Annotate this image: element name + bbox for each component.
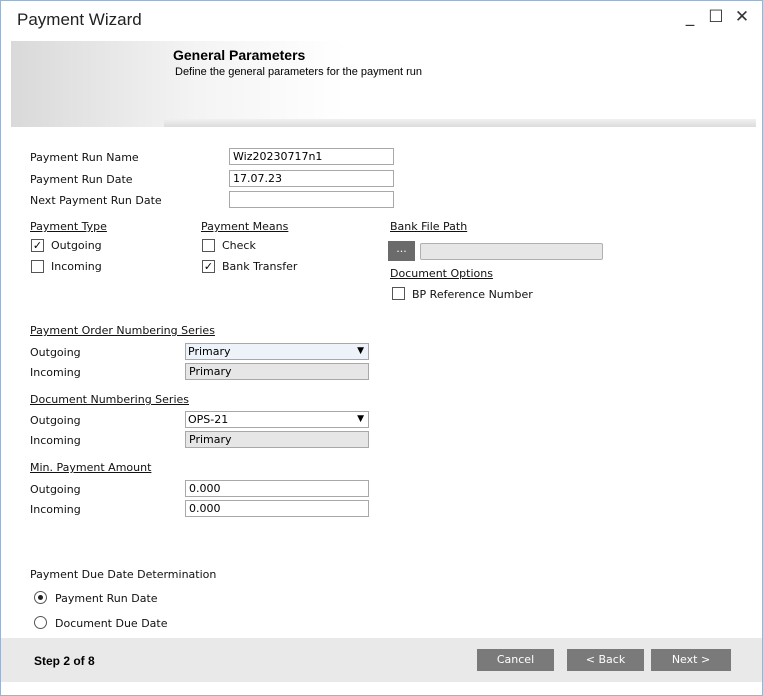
check-checkbox[interactable]	[202, 239, 215, 252]
run-date-label: Payment Run Date	[30, 173, 133, 186]
doc-outgoing-dropdown[interactable]: OPS-21 ▼	[185, 411, 369, 428]
order-incoming-label: Incoming	[30, 366, 81, 379]
document-due-date-label: Document Due Date	[55, 617, 168, 630]
wizard-footer	[1, 638, 762, 682]
document-options-heading: Document Options	[390, 267, 493, 280]
order-outgoing-dropdown[interactable]: Primary ▼	[185, 343, 369, 360]
cancel-button[interactable]: Cancel	[477, 649, 554, 671]
min-outgoing-input[interactable]: 0.000	[185, 480, 369, 497]
min-incoming-input[interactable]: 0.000	[185, 500, 369, 517]
step-indicator: Step 2 of 8	[34, 654, 95, 668]
order-outgoing-label: Outgoing	[30, 346, 81, 359]
incoming-label: Incoming	[51, 260, 102, 273]
next-run-date-label: Next Payment Run Date	[30, 194, 162, 207]
maximize-icon[interactable]: ☐	[707, 7, 725, 27]
bank-file-path-heading: Bank File Path	[390, 220, 468, 233]
incoming-checkbox[interactable]	[31, 260, 44, 273]
min-outgoing-label: Outgoing	[30, 483, 81, 496]
dropdown-arrow-icon: ▼	[357, 346, 364, 356]
dropdown-arrow-icon: ▼	[357, 414, 364, 424]
run-name-label: Payment Run Name	[30, 151, 139, 164]
radio-selected-dot	[38, 595, 43, 600]
minimize-icon[interactable]: _	[681, 7, 699, 27]
back-button[interactable]: < Back	[567, 649, 644, 671]
page-title: General Parameters	[173, 47, 306, 63]
outgoing-label: Outgoing	[51, 239, 102, 252]
doc-outgoing-value: OPS-21	[188, 413, 229, 426]
check-label: Check	[222, 239, 256, 252]
order-series-heading: Payment Order Numbering Series	[30, 324, 215, 337]
doc-incoming-label: Incoming	[30, 434, 81, 447]
run-date-input[interactable]: 17.07.23	[229, 170, 394, 187]
order-incoming-field: Primary	[185, 363, 369, 380]
payment-wizard-window: Payment Wizard _ ☐ ✕ General Parameters …	[0, 0, 763, 696]
next-button[interactable]: Next >	[651, 649, 731, 671]
bank-transfer-checkbox[interactable]: ✓	[202, 260, 215, 273]
bank-transfer-label: Bank Transfer	[222, 260, 298, 273]
wizard-header	[11, 41, 756, 127]
payment-run-date-radio[interactable]	[34, 591, 47, 604]
checkmark-icon: ✓	[32, 239, 43, 252]
window-title: Payment Wizard	[17, 10, 142, 29]
doc-incoming-field: Primary	[185, 431, 369, 448]
min-amount-heading: Min. Payment Amount	[30, 461, 152, 474]
next-run-date-input[interactable]	[229, 191, 394, 208]
page-subtitle: Define the general parameters for the pa…	[175, 66, 423, 78]
bp-reference-label: BP Reference Number	[412, 288, 533, 301]
payment-run-date-label: Payment Run Date	[55, 592, 158, 605]
document-due-date-radio[interactable]	[34, 616, 47, 629]
payment-means-heading: Payment Means	[201, 220, 289, 233]
order-outgoing-value: Primary	[188, 345, 231, 358]
run-name-input[interactable]: Wiz20230717n1	[229, 148, 394, 165]
close-icon[interactable]: ✕	[733, 7, 751, 27]
doc-series-heading: Document Numbering Series	[30, 393, 190, 406]
outgoing-checkbox[interactable]: ✓	[31, 239, 44, 252]
doc-outgoing-label: Outgoing	[30, 414, 81, 427]
checkmark-icon: ✓	[203, 260, 214, 273]
header-separator	[164, 119, 756, 127]
bank-file-path-input[interactable]	[420, 243, 603, 260]
bottom-border	[1, 682, 762, 695]
bp-reference-checkbox[interactable]	[392, 287, 405, 300]
due-date-heading: Payment Due Date Determination	[30, 568, 217, 581]
browse-button[interactable]: ...	[388, 241, 415, 261]
title-bar: Payment Wizard _ ☐ ✕	[1, 1, 762, 37]
payment-type-heading: Payment Type	[30, 220, 107, 233]
min-incoming-label: Incoming	[30, 503, 81, 516]
